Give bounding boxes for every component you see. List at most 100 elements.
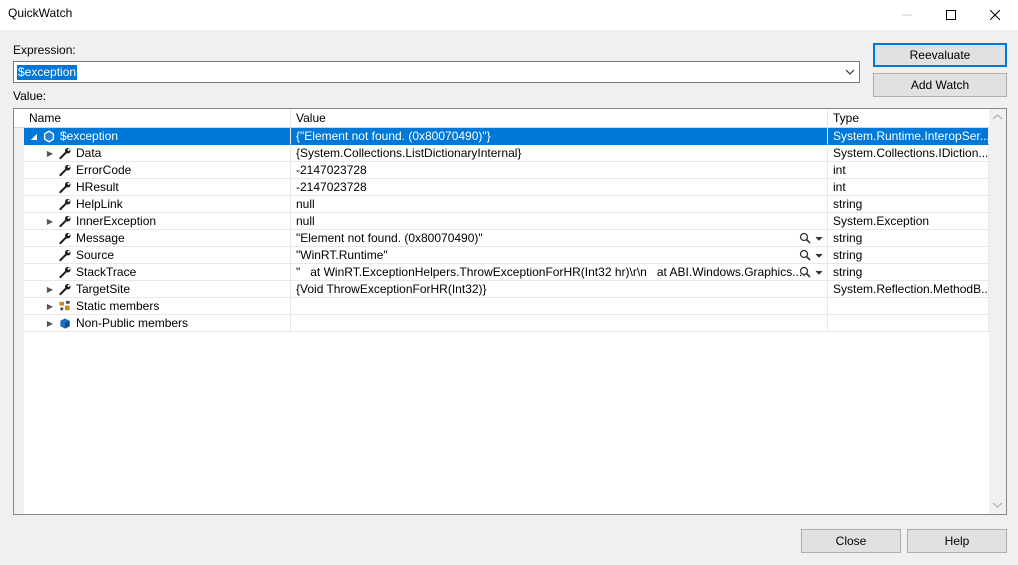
row-value-text: "WinRT.Runtime"	[296, 248, 388, 262]
row-name-text: $exception	[60, 129, 119, 143]
grid-row[interactable]: Message "Element not found. (0x80070490)"…	[14, 230, 989, 247]
cell-name[interactable]: Message	[24, 230, 291, 247]
collapsed-arrow-icon[interactable]: ▶	[44, 281, 56, 297]
grid-row[interactable]: ▶ Static members	[14, 298, 989, 315]
row-value-text: null	[296, 214, 315, 228]
magnifier-visualizer-icon[interactable]	[799, 266, 825, 279]
collapsed-arrow-icon[interactable]: ▶	[44, 145, 56, 161]
add-watch-button[interactable]: Add Watch	[873, 73, 1007, 97]
cell-type: System.Runtime.InteropSer...	[828, 128, 989, 145]
row-name-text: Data	[76, 146, 102, 160]
grid-row[interactable]: Source "WinRT.Runtime" string	[14, 247, 989, 264]
close-window-button[interactable]	[972, 0, 1018, 30]
cell-value[interactable]: "WinRT.Runtime"	[291, 247, 828, 264]
cell-name[interactable]: ▶ InnerException	[24, 213, 291, 230]
expression-input[interactable]: $exception	[17, 65, 78, 80]
cell-type: System.Reflection.MethodB...	[828, 281, 989, 298]
cell-name[interactable]: Source	[24, 247, 291, 264]
cell-name[interactable]: StackTrace	[24, 264, 291, 281]
cell-name[interactable]: ◢ $exception	[24, 128, 291, 145]
column-header-value[interactable]: Value	[291, 109, 828, 128]
minimize-button[interactable]	[884, 0, 930, 30]
wrench-icon	[59, 198, 71, 211]
cell-value[interactable]: " at WinRT.ExceptionHelpers.ThrowExcepti…	[291, 264, 828, 281]
cell-type: string	[828, 230, 989, 247]
row-value-text: null	[296, 197, 315, 211]
cell-name[interactable]: ▶ Data	[24, 145, 291, 162]
maximize-button[interactable]	[928, 0, 974, 30]
cell-value[interactable]: {System.Collections.ListDictionaryIntern…	[291, 145, 828, 162]
collapsed-arrow-icon[interactable]: ▶	[44, 315, 56, 331]
row-name-text: Source	[76, 248, 115, 262]
wrench-icon	[59, 266, 71, 279]
non-public-members-icon	[60, 318, 70, 329]
cell-value[interactable]: {Void ThrowExceptionForHR(Int32)}	[291, 281, 828, 298]
wrench-icon	[59, 232, 71, 245]
grid-row[interactable]: ▶ Non-Public members	[14, 315, 989, 332]
collapsed-arrow-icon[interactable]: ▶	[44, 298, 56, 314]
cell-value[interactable]: {"Element not found. (0x80070490)"}	[291, 128, 828, 145]
wrench-icon	[59, 147, 71, 160]
cell-value[interactable]	[291, 315, 828, 332]
cell-value[interactable]: "Element not found. (0x80070490)"	[291, 230, 828, 247]
row-name-text: Message	[76, 231, 125, 245]
cell-type: System.Exception	[828, 213, 989, 230]
value-grid[interactable]: Name Value Type ◢ $exception {"Element not…	[13, 108, 1007, 515]
grid-row[interactable]: ▶ InnerException null System.Exception	[14, 213, 989, 230]
scroll-up-icon[interactable]	[992, 113, 1003, 121]
cell-name[interactable]: ▶ Static members	[24, 298, 291, 315]
cell-name[interactable]: ▶ TargetSite	[24, 281, 291, 298]
cell-type: string	[828, 264, 989, 281]
grid-row[interactable]: StackTrace " at WinRT.ExceptionHelpers.Th…	[14, 264, 989, 281]
row-name-text: InnerException	[76, 214, 157, 228]
cell-name[interactable]: HelpLink	[24, 196, 291, 213]
cell-value[interactable]: -2147023728	[291, 162, 828, 179]
scroll-down-icon[interactable]	[992, 501, 1003, 509]
close-button[interactable]: Close	[801, 529, 901, 553]
grid-row[interactable]: ▶ Data {System.Collections.ListDictionaryI…	[14, 145, 989, 162]
row-name-text: Static members	[76, 299, 160, 313]
row-name-text: ErrorCode	[76, 163, 132, 177]
cell-value[interactable]: -2147023728	[291, 179, 828, 196]
maximize-icon	[946, 10, 956, 20]
column-header-name[interactable]: Name	[24, 109, 291, 128]
row-name-text: Non-Public members	[76, 316, 189, 330]
cell-name[interactable]: HResult	[24, 179, 291, 196]
magnifier-visualizer-icon[interactable]	[799, 232, 825, 245]
grid-row[interactable]: HResult -2147023728 int	[14, 179, 989, 196]
column-header-type[interactable]: Type	[828, 109, 989, 128]
magnifier-visualizer-icon[interactable]	[799, 249, 825, 262]
cell-type: int	[828, 179, 989, 196]
help-button[interactable]: Help	[907, 529, 1007, 553]
row-value-text: " at WinRT.ExceptionHelpers.ThrowExcepti…	[296, 265, 806, 279]
expression-combobox[interactable]: $exception	[13, 61, 860, 83]
row-name-text: HResult	[76, 180, 119, 194]
grid-row[interactable]: HelpLink null string	[14, 196, 989, 213]
collapsed-arrow-icon[interactable]: ▶	[44, 213, 56, 229]
cell-name[interactable]: ▶ Non-Public members	[24, 315, 291, 332]
row-value-text: -2147023728	[296, 180, 367, 194]
expanded-arrow-icon[interactable]: ◢	[28, 128, 40, 144]
cell-type	[828, 298, 989, 315]
wrench-icon	[59, 215, 71, 228]
chevron-down-icon[interactable]	[844, 66, 856, 78]
reevaluate-button[interactable]: Reevaluate	[873, 43, 1007, 67]
row-value-text: {"Element not found. (0x80070490)"}	[296, 129, 491, 143]
static-members-icon	[59, 300, 70, 311]
expression-label: Expression:	[13, 43, 76, 57]
row-name-text: StackTrace	[76, 265, 137, 279]
row-value-text: "Element not found. (0x80070490)"	[296, 231, 483, 245]
cell-name[interactable]: ErrorCode	[24, 162, 291, 179]
title-bar: QuickWatch	[0, 0, 1018, 30]
grid-row[interactable]: ◢ $exception {"Element not found. (0x80070…	[14, 128, 989, 145]
cell-type: int	[828, 162, 989, 179]
cell-value[interactable]: null	[291, 213, 828, 230]
row-value-text: {System.Collections.ListDictionaryIntern…	[296, 146, 522, 160]
row-value-text: -2147023728	[296, 163, 367, 177]
cell-type: string	[828, 196, 989, 213]
cell-value[interactable]	[291, 298, 828, 315]
grid-row[interactable]: ErrorCode -2147023728 int	[14, 162, 989, 179]
vertical-scrollbar[interactable]	[989, 109, 1006, 514]
cell-value[interactable]: null	[291, 196, 828, 213]
grid-row[interactable]: ▶ TargetSite {Void ThrowExceptionForHR(Int…	[14, 281, 989, 298]
